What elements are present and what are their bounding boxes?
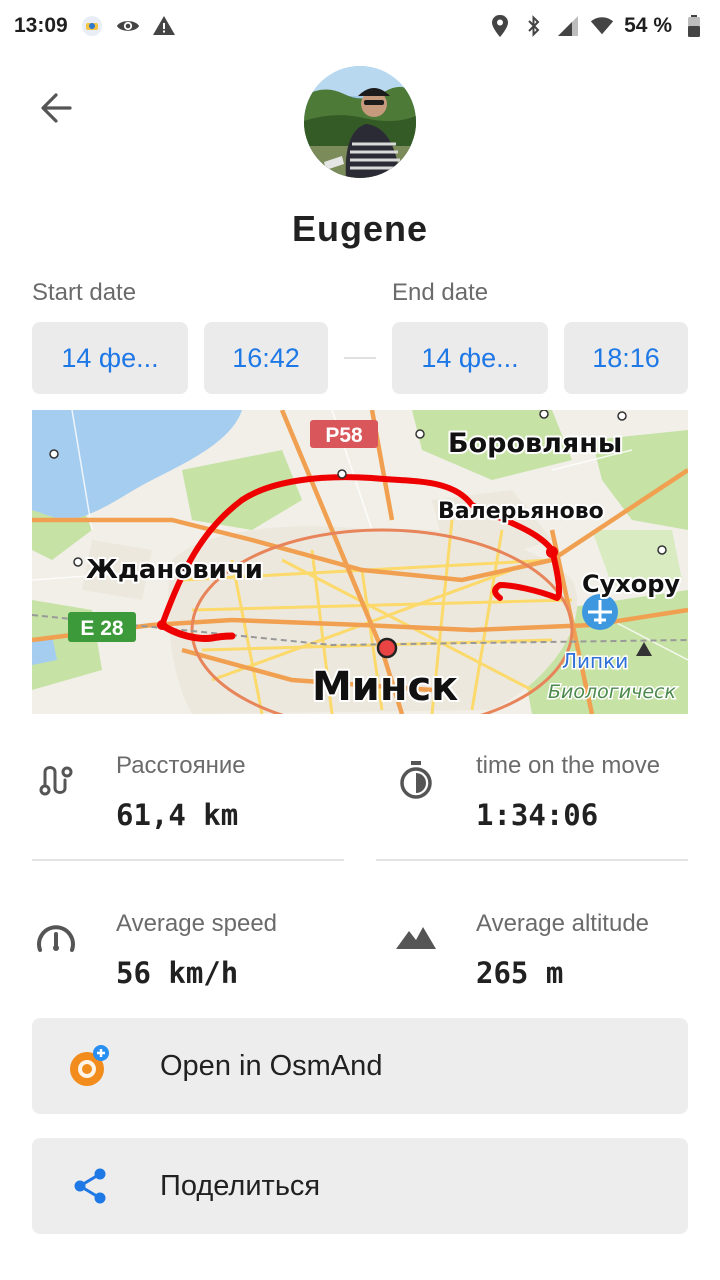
bluetooth-icon: [522, 14, 546, 38]
time-moving-value: 1:34:06: [476, 798, 599, 832]
eye-icon: [116, 14, 140, 38]
mountain-icon: [392, 914, 440, 962]
arrow-back-icon: [41, 93, 72, 123]
start-date-button[interactable]: 14 фе...: [32, 322, 188, 394]
map-label-sukhoru: Сухору: [582, 570, 680, 598]
open-in-osmand-button[interactable]: Open in OsmAnd: [32, 1018, 688, 1114]
start-date-label: Start date: [32, 279, 137, 306]
divider: [32, 859, 344, 861]
map-label-minsk: Минск: [312, 664, 458, 710]
avg-speed-value: 56 km/h: [116, 956, 239, 990]
stopwatch-icon: [392, 756, 440, 804]
map-label-biolog: Биологическ: [548, 681, 676, 703]
start-time-button[interactable]: 16:42: [204, 322, 328, 394]
map-label-p58: P58: [325, 424, 363, 447]
time-moving-label: time on the move: [476, 752, 661, 779]
map-label-lipki: Липки: [562, 649, 628, 673]
avg-altitude-label: Average altitude: [476, 910, 650, 937]
back-button[interactable]: [30, 82, 82, 134]
avg-altitude-value: 265 m: [476, 956, 564, 990]
date-range-separator: [344, 357, 376, 359]
end-time-button[interactable]: 18:16: [564, 322, 688, 394]
map-label-e28: E 28: [80, 617, 124, 640]
warning-icon: [152, 14, 176, 38]
share-button[interactable]: Поделиться: [32, 1138, 688, 1234]
speedometer-icon: [32, 914, 80, 962]
distance-value: 61,4 km: [116, 798, 239, 832]
share-icon: [66, 1162, 114, 1210]
avg-speed-label: Average speed: [116, 910, 278, 937]
wifi-icon: [590, 14, 614, 38]
track-map[interactable]: P58 E 28 Боровляны Валерьяново Ждановичи…: [32, 410, 688, 714]
signal-icon: [556, 14, 580, 38]
share-label: Поделиться: [160, 1169, 321, 1202]
end-date-button[interactable]: 14 фе...: [392, 322, 548, 394]
status-bar: 13:09 54 %: [0, 0, 720, 52]
map-label-borovlyany: Боровляны: [448, 428, 622, 459]
distance-label: Расстояние: [116, 752, 246, 779]
status-time: 13:09: [14, 14, 68, 37]
map-label-valeryanovo: Валерьяново: [438, 499, 604, 524]
open-in-osmand-label: Open in OsmAnd: [160, 1049, 383, 1082]
location-icon: [488, 14, 512, 38]
route-icon: [32, 756, 80, 804]
divider: [376, 859, 688, 861]
app-notification-icon: [80, 14, 104, 38]
user-name: Eugene: [291, 208, 429, 249]
map-label-zhdanovichi: Ждановичи: [86, 555, 263, 585]
battery-icon: [682, 14, 706, 38]
osmand-icon: [66, 1042, 114, 1090]
avatar: [304, 66, 416, 178]
end-date-label: End date: [392, 279, 489, 306]
battery-percent: 54 %: [624, 14, 672, 37]
